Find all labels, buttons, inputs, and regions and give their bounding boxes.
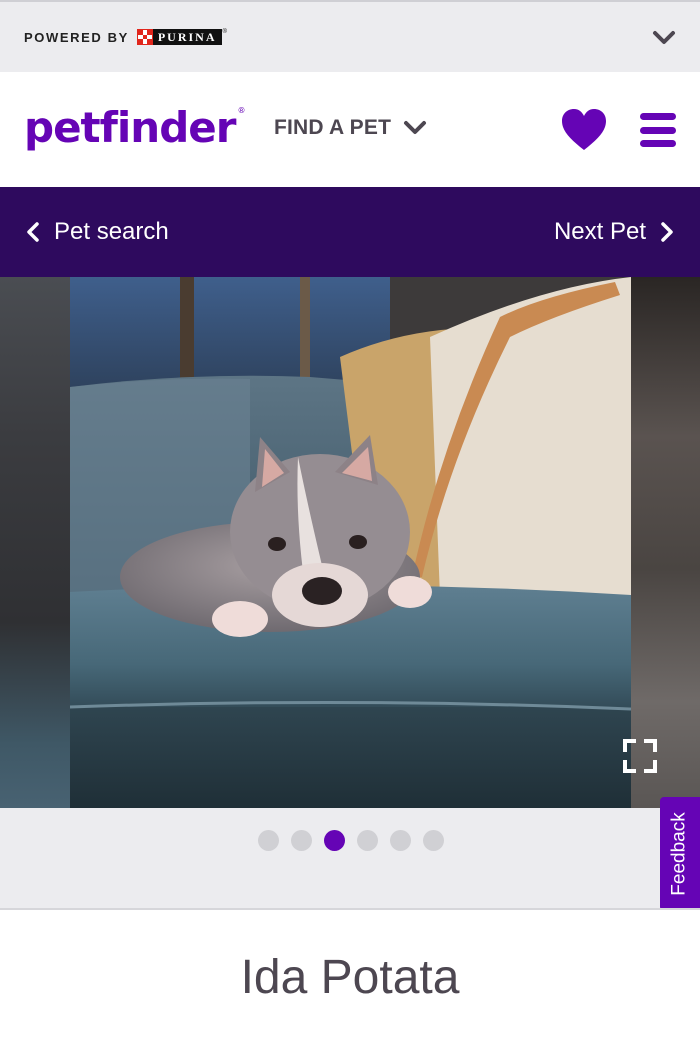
- powered-bar-toggle-button[interactable]: [650, 24, 678, 52]
- purina-reg-mark: ®: [222, 29, 227, 35]
- carousel-pagination: [0, 808, 700, 908]
- fullscreen-icon: [623, 739, 657, 773]
- hamburger-menu-icon-bar: [640, 140, 676, 147]
- pagination-dots: [258, 830, 444, 851]
- find-a-pet-label: FIND A PET: [274, 116, 392, 139]
- chevron-down-icon: [404, 121, 427, 134]
- purina-checkerboard-icon: [136, 29, 153, 45]
- chevron-left-icon: [27, 222, 39, 242]
- chevron-right-icon: [661, 222, 673, 242]
- pagination-dot[interactable]: [423, 830, 444, 851]
- next-pet-link[interactable]: Next Pet: [554, 218, 674, 246]
- pet-navigation-bar: Pet search Next Pet: [0, 187, 700, 277]
- hamburger-menu-icon-bar: [640, 126, 676, 134]
- find-a-pet-dropdown[interactable]: FIND A PET: [274, 116, 427, 140]
- feedback-tab[interactable]: Feedback: [660, 797, 700, 911]
- next-pet-label: Next Pet: [553, 218, 646, 245]
- pet-search-label: Pet search: [54, 218, 169, 245]
- pet-name-heading: Ida Potata: [240, 951, 460, 1004]
- heart-icon: [562, 109, 606, 150]
- feedback-label: Feedback: [669, 812, 691, 896]
- main-header: petfinder ® FIND A PET: [0, 72, 700, 187]
- pet-search-back-link[interactable]: Pet search: [26, 218, 169, 246]
- purina-logo[interactable]: PURINA ®: [136, 29, 227, 45]
- brand-name: petfinder: [24, 102, 236, 152]
- pagination-dot-active[interactable]: [324, 830, 345, 851]
- pagination-dot[interactable]: [258, 830, 279, 851]
- main-menu-button[interactable]: [638, 110, 678, 150]
- pet-details-section: Ida Potata: [0, 910, 700, 1058]
- pagination-dot[interactable]: [390, 830, 411, 851]
- previous-photo-peek[interactable]: [0, 277, 70, 808]
- next-photo-peek[interactable]: [631, 277, 700, 808]
- chevron-down-icon: [653, 31, 675, 44]
- powered-by-bar: POWERED BY PURINA ®: [0, 0, 700, 72]
- purina-wordmark: PURINA: [152, 29, 222, 45]
- pagination-dot[interactable]: [291, 830, 312, 851]
- hamburger-menu-icon-bar: [640, 113, 676, 120]
- dog-on-couch-photo: [70, 277, 631, 808]
- pagination-dot[interactable]: [357, 830, 378, 851]
- photo-carousel[interactable]: [0, 277, 700, 808]
- favorites-button[interactable]: [560, 108, 608, 152]
- fullscreen-button[interactable]: [620, 736, 660, 776]
- pet-photo[interactable]: [70, 277, 631, 808]
- powered-by-label: POWERED BY: [24, 29, 129, 45]
- brand-reg-mark: ®: [237, 105, 245, 115]
- petfinder-logo[interactable]: petfinder ®: [24, 105, 245, 149]
